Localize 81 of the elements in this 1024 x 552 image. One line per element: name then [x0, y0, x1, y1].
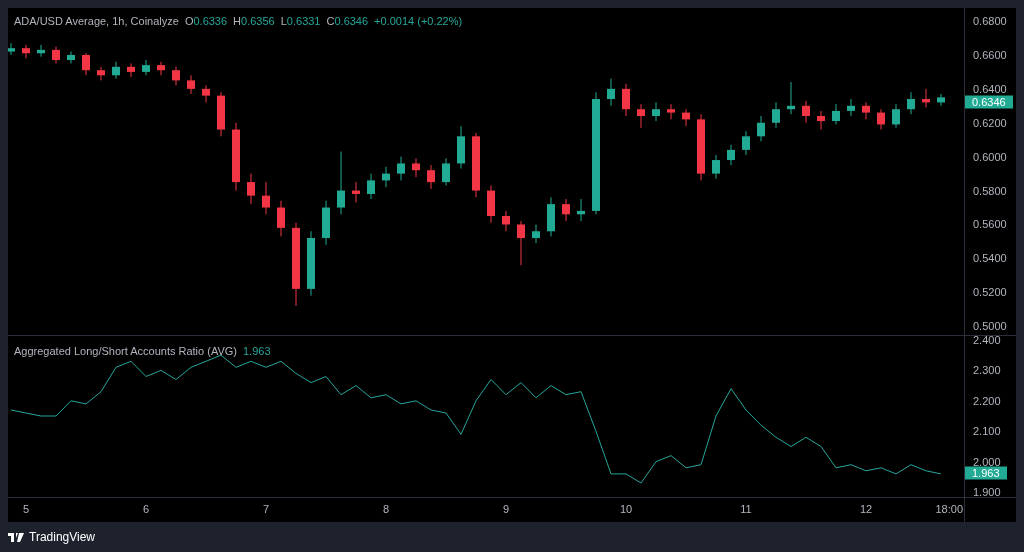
time-tick: 12: [859, 504, 873, 515]
candlestick: [172, 66, 180, 86]
candlestick: [187, 74, 195, 95]
candlestick: [637, 103, 645, 129]
time-tick: 18:00: [935, 504, 963, 515]
candlestick: [832, 103, 840, 125]
current-price-label: 0.6346: [965, 95, 1013, 109]
ratio-tick: 2.000: [973, 456, 1001, 468]
candlestick: [82, 52, 90, 76]
ohlc-value: O0.6336: [184, 14, 228, 29]
time-tick: 9: [502, 504, 510, 515]
candlestick: [247, 173, 255, 205]
candlestick: [802, 100, 810, 124]
candlestick: [847, 98, 855, 117]
candlestick: [202, 84, 210, 103]
price-tick: 0.6600: [973, 49, 1007, 61]
ratio-tick: 2.300: [973, 364, 1001, 376]
candlestick: [367, 173, 375, 200]
ohlc-value: L0.6331: [280, 14, 321, 29]
time-tick: 5: [22, 504, 30, 515]
ohlc-value: C0.6346: [326, 14, 369, 29]
candlestick: [727, 144, 735, 166]
time-tick: 10: [619, 504, 633, 515]
ratio-tick: 2.400: [973, 334, 1001, 346]
candlestick: [532, 223, 540, 244]
candlestick: [112, 61, 120, 80]
candlestick: [442, 157, 450, 186]
price-change: +0.0014 (+0.22%): [374, 14, 463, 29]
time-tick: 6: [142, 504, 150, 515]
candlestick: [8, 42, 15, 56]
price-tick: 0.5800: [973, 185, 1007, 197]
candlestick: [517, 220, 525, 266]
candlestick: [877, 108, 885, 131]
price-tick: 0.5400: [973, 252, 1007, 264]
candlestick: [262, 181, 270, 215]
candlestick: [502, 210, 510, 232]
indicator-value: 1.963: [243, 344, 271, 359]
ratio-tick: 2.100: [973, 425, 1001, 437]
time-tick: 7: [262, 504, 270, 515]
candlestick: [772, 101, 780, 129]
candlestick: [817, 110, 825, 131]
indicator-title: Aggregated Long/Short Accounts Ratio (AVG): [14, 344, 237, 359]
candlestick: [337, 151, 345, 215]
candlestick: [97, 66, 105, 81]
candlestick: [667, 103, 675, 120]
ratio-tick: 1.900: [973, 486, 1001, 498]
candlestick: [742, 130, 750, 156]
chart-title: ADA/USD Average, 1h, Coinalyze: [14, 14, 179, 29]
candlestick: [757, 115, 765, 142]
candlestick: [22, 44, 30, 59]
candlestick: [412, 157, 420, 178]
candlestick: [427, 164, 435, 190]
candlestick: [67, 51, 75, 64]
candlestick: [607, 78, 615, 107]
price-tick: 0.6400: [973, 83, 1007, 95]
candlestick: [157, 61, 165, 76]
candlestick: [277, 200, 285, 237]
price-tick: 0.5000: [973, 320, 1007, 332]
price-tick: 0.6800: [973, 15, 1007, 27]
candlestick: [652, 101, 660, 122]
candlestick: [562, 198, 570, 222]
ratio-tick: 2.200: [973, 395, 1001, 407]
price-tick: 0.5200: [973, 286, 1007, 298]
price-tick: 0.5600: [973, 218, 1007, 230]
ohlc-value: H0.6356: [233, 14, 275, 29]
candlestick: [712, 154, 720, 180]
current-ratio-label: 1.963: [965, 466, 1007, 480]
candlestick: [127, 62, 135, 78]
price-tick: 0.6200: [973, 117, 1007, 129]
candlestick: [142, 59, 150, 76]
candlestick: [937, 93, 945, 107]
candlestick: [892, 103, 900, 129]
brand-name: TradingView: [29, 529, 96, 546]
candlestick: [862, 101, 870, 120]
price-tick: 0.6000: [973, 151, 1007, 163]
time-tick: 8: [382, 504, 390, 515]
time-tick: 11: [740, 504, 752, 515]
candlestick: [907, 91, 915, 115]
candlestick: [622, 83, 630, 117]
candlestick: [397, 156, 405, 181]
logo-icon: [8, 532, 24, 542]
